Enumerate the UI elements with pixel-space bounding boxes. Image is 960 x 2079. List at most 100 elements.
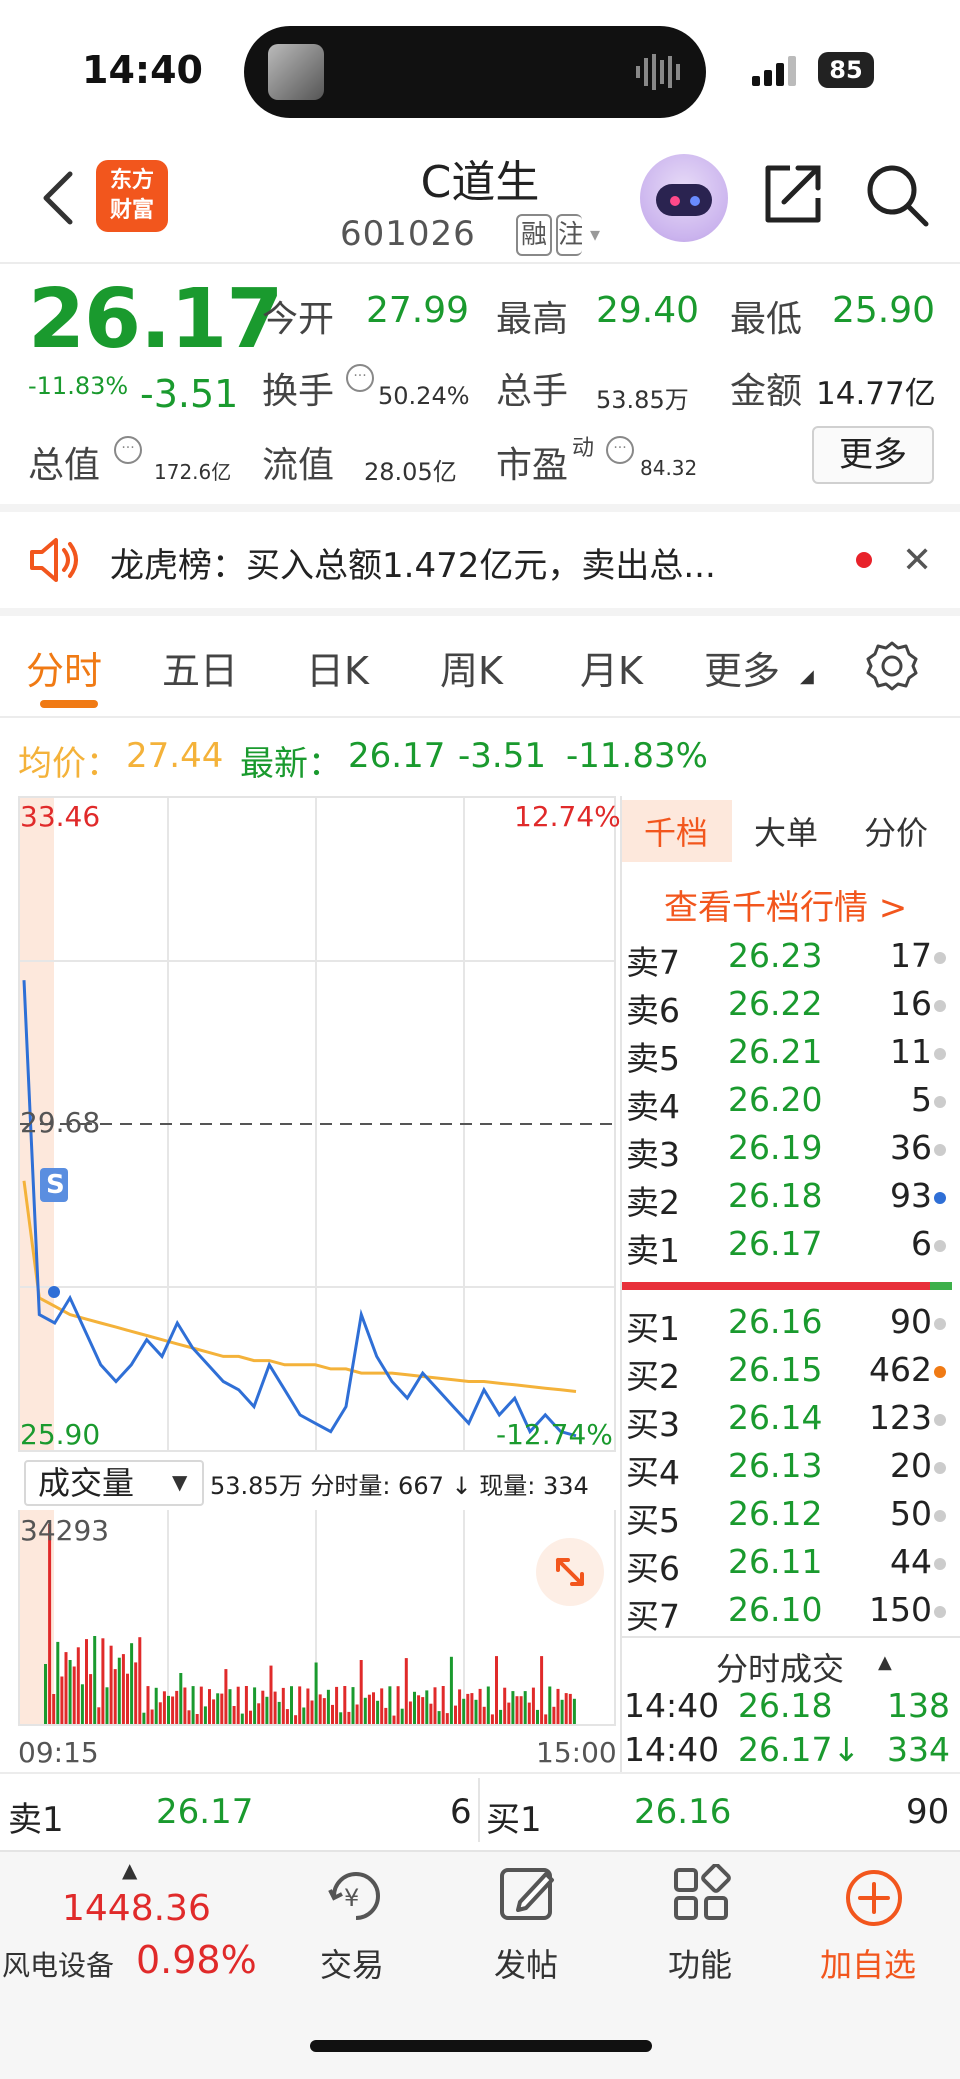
- volume-bar: [101, 1638, 105, 1724]
- intraday-chart[interactable]: S 33.46 12.74% 29.68 25.90 -12.74%: [18, 796, 621, 1452]
- notice-text[interactable]: 龙虎榜：买入总额1.472亿元，卖出总...: [110, 538, 716, 587]
- volume-bar: [253, 1687, 257, 1724]
- bid-qty: 20: [890, 1446, 932, 1485]
- tab-large-orders[interactable]: 大单: [754, 808, 818, 854]
- ticks-title[interactable]: 分时成交: [716, 1644, 844, 1690]
- last-label: 最新：: [240, 744, 342, 784]
- bid-qty: 90: [890, 1302, 932, 1341]
- tab-daily-k[interactable]: 日K: [306, 640, 369, 695]
- tag-dropdown-icon[interactable]: ▾: [590, 222, 600, 246]
- tick-time: 14:40: [624, 1730, 720, 1769]
- margin-tag[interactable]: 融: [516, 214, 552, 256]
- signal-marker[interactable]: S: [46, 1170, 65, 1200]
- volume-bar: [544, 1714, 548, 1724]
- divider: [478, 1778, 480, 1842]
- strip-buy-price: 26.16: [634, 1792, 732, 1832]
- divider: [0, 608, 960, 616]
- audio-wave-icon: [636, 54, 680, 90]
- volume-bar: [425, 1690, 429, 1724]
- volume-bar: [400, 1708, 404, 1724]
- add-circle-icon[interactable]: [844, 1868, 904, 1928]
- mktcap-label: 总值: [28, 445, 101, 486]
- volume-bar: [519, 1696, 523, 1724]
- nav-trade-label[interactable]: 交易: [320, 1940, 384, 1986]
- more-dots-icon[interactable]: ···: [606, 436, 634, 464]
- volume-bar: [130, 1643, 134, 1724]
- status-dot: [934, 1558, 946, 1570]
- tab-monthly-k[interactable]: 月K: [580, 640, 643, 695]
- volume-bar: [359, 1660, 363, 1724]
- more-button[interactable]: 更多: [812, 426, 934, 484]
- volume-bar: [113, 1669, 117, 1724]
- chevron-down-icon[interactable]: ▼: [172, 1470, 187, 1494]
- volume-bar: [76, 1647, 80, 1724]
- tab-five-day[interactable]: 五日: [162, 640, 238, 695]
- register-tag[interactable]: 注: [556, 214, 582, 256]
- tab-more[interactable]: 更多: [704, 640, 780, 695]
- volume-bar: [228, 1689, 232, 1724]
- trade-icon[interactable]: ¥: [322, 1866, 390, 1926]
- gear-icon[interactable]: [866, 640, 918, 692]
- view-depth-link[interactable]: 查看千档行情 >: [664, 880, 907, 929]
- divider: [0, 504, 960, 512]
- volume-bar: [314, 1662, 318, 1724]
- index-name[interactable]: 风电设备: [2, 1944, 114, 1984]
- more-dots-icon[interactable]: ···: [346, 364, 374, 392]
- volume-bar: [515, 1696, 519, 1724]
- ask-qty: 5: [911, 1080, 932, 1119]
- status-dot: [934, 1096, 946, 1108]
- strip-sell-qty: 6: [450, 1792, 472, 1832]
- expand-button[interactable]: [536, 1538, 604, 1606]
- tab-price-distribution[interactable]: 分价: [864, 808, 928, 854]
- function-grid-icon[interactable]: [672, 1864, 732, 1924]
- nav-post-label[interactable]: 发帖: [494, 1940, 558, 1986]
- tab-intraday[interactable]: 分时: [26, 640, 102, 695]
- high-label: 最高: [496, 299, 569, 340]
- volume-bar: [290, 1686, 293, 1724]
- bid-label: 买3: [626, 1405, 680, 1444]
- ask-qty: 36: [890, 1128, 932, 1167]
- status-dot: [934, 1318, 946, 1330]
- pe-label: 市盈: [496, 445, 569, 486]
- index-percent[interactable]: 0.98%: [136, 1938, 257, 1982]
- more-dots-icon[interactable]: ···: [114, 436, 142, 464]
- close-icon[interactable]: ✕: [902, 540, 932, 581]
- volume-bar: [72, 1666, 76, 1724]
- tab-more-arrow-icon[interactable]: ◢: [800, 666, 814, 687]
- tab-depth[interactable]: 千档: [644, 808, 708, 854]
- volume-bar: [511, 1691, 515, 1724]
- search-icon[interactable]: [864, 162, 930, 228]
- volume-bar: [261, 1690, 265, 1724]
- ask-price: 26.23: [728, 936, 823, 975]
- open-label: 今开: [262, 299, 335, 340]
- bid-label: 买7: [626, 1597, 680, 1636]
- chevron-up-icon[interactable]: ▲: [122, 1858, 137, 1882]
- back-icon[interactable]: [38, 168, 78, 228]
- volume-bar: [162, 1691, 166, 1724]
- ask-price: 26.21: [728, 1032, 823, 1071]
- nav-function-label[interactable]: 功能: [668, 1940, 732, 1986]
- volume-bar: [60, 1676, 64, 1724]
- robot-face: [656, 184, 712, 216]
- tick-time: 14:40: [624, 1686, 720, 1725]
- index-value[interactable]: 1448.36: [62, 1888, 211, 1929]
- volume-bar: [44, 1664, 47, 1724]
- status-time: 14:40: [82, 48, 203, 92]
- volume-max-label: 34293: [20, 1514, 110, 1547]
- post-icon[interactable]: [498, 1864, 558, 1924]
- share-icon[interactable]: [760, 162, 826, 228]
- volume-bar: [80, 1684, 84, 1724]
- nav-add-watchlist-label[interactable]: 加自选: [820, 1940, 916, 1986]
- volume-bar: [68, 1660, 72, 1724]
- mktcap-value: 172.6亿: [154, 460, 232, 484]
- open-value: 27.99: [366, 290, 470, 331]
- volume-bar: [121, 1654, 125, 1724]
- ask-label: 卖7: [626, 943, 680, 982]
- tick-price: 26.18: [738, 1686, 833, 1725]
- chevron-up-icon[interactable]: ▲: [878, 1652, 892, 1673]
- volume-chart[interactable]: 34293: [18, 1510, 616, 1726]
- volume-bar: [351, 1687, 355, 1724]
- tab-weekly-k[interactable]: 周K: [440, 640, 503, 695]
- divider: [622, 1636, 960, 1638]
- prev-close-label: 29.68: [20, 1106, 101, 1139]
